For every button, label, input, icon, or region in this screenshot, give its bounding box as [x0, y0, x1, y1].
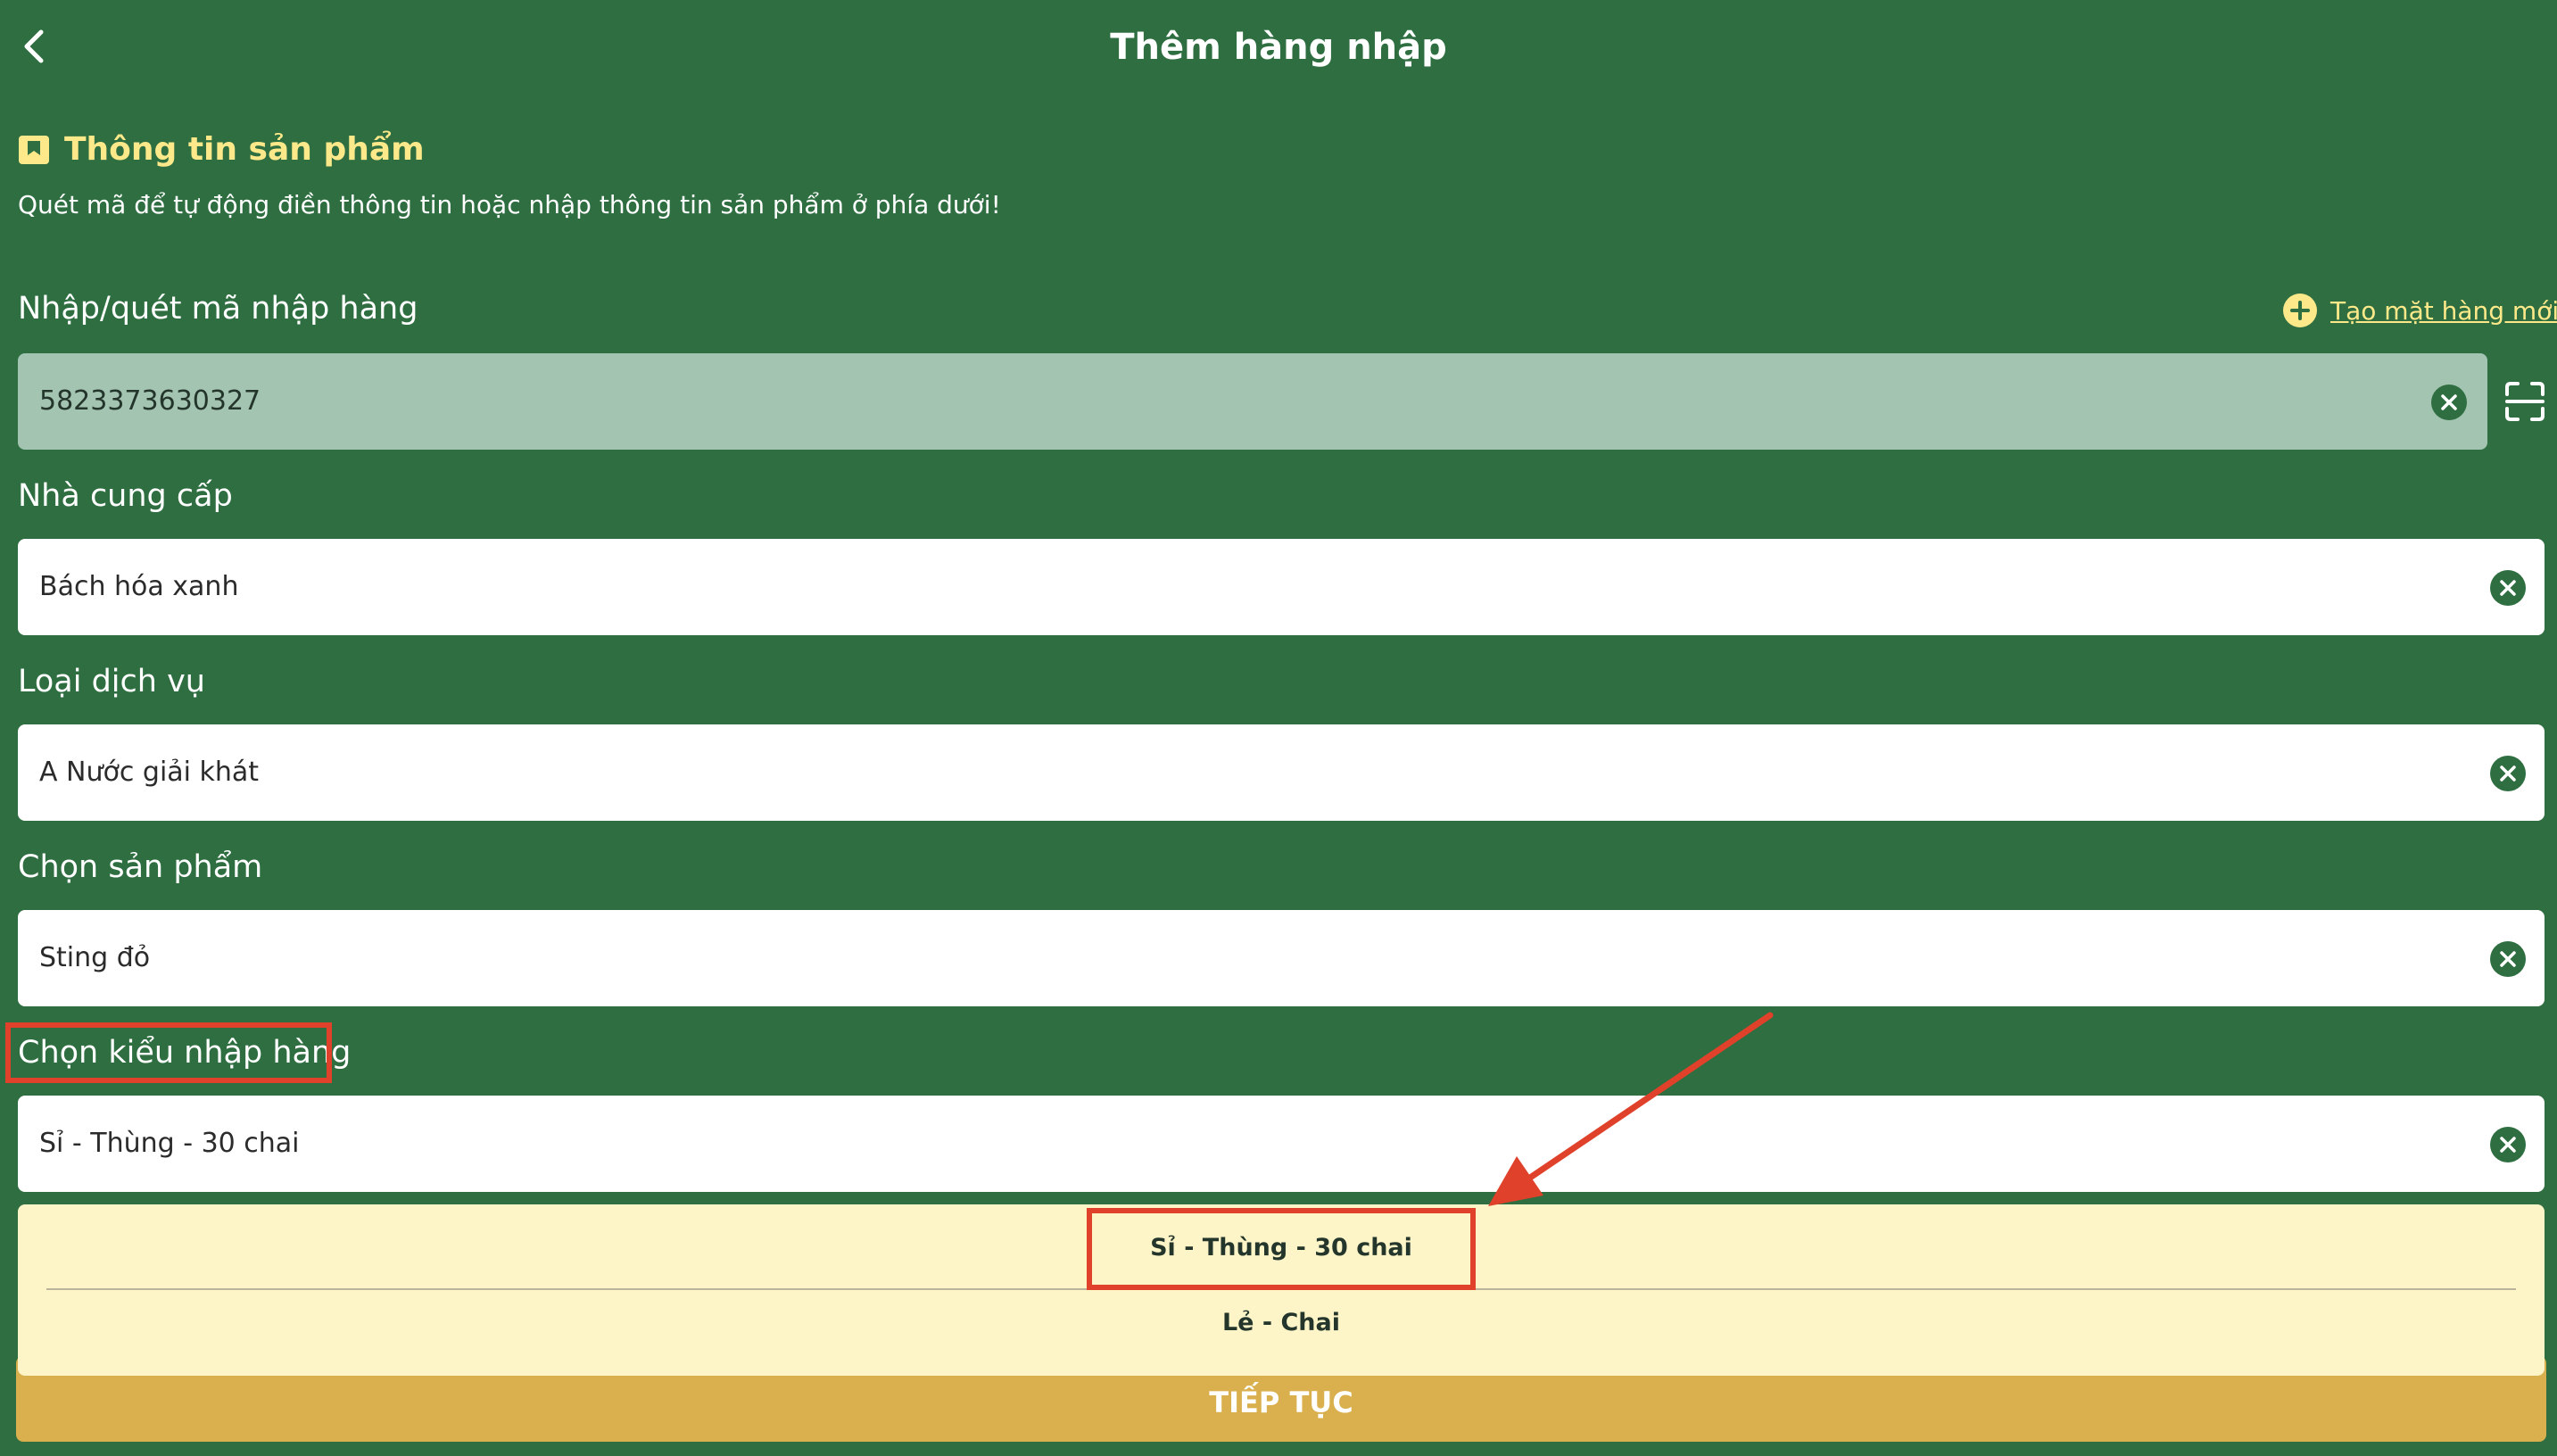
clear-icon[interactable]: [2489, 940, 2527, 978]
service-type-label: Loại dịch vụ: [18, 664, 205, 699]
section-description: Quét mã để tự động điền thông tin hoặc n…: [18, 190, 1001, 219]
section-title: Thông tin sản phẩm: [64, 131, 425, 168]
clear-icon[interactable]: [2489, 755, 2527, 792]
clear-icon[interactable]: [2489, 1126, 2527, 1163]
service-type-value: A Nước giải khát: [39, 757, 260, 788]
highlight-box-label: [5, 1022, 332, 1083]
dropdown-option[interactable]: Lẻ - Chai: [18, 1285, 2545, 1361]
create-new-item-label: Tạo mặt hàng mới: [2330, 295, 2557, 326]
clear-icon[interactable]: [2430, 384, 2468, 421]
scan-barcode-icon[interactable]: [2503, 380, 2546, 423]
bookmark-icon: [19, 136, 49, 164]
supplier-value: Bách hóa xanh: [39, 571, 239, 602]
code-input[interactable]: 5823373630327: [18, 353, 2487, 450]
supplier-field[interactable]: Bách hóa xanh: [18, 539, 2545, 635]
import-type-field[interactable]: Sỉ - Thùng - 30 chai: [18, 1096, 2545, 1192]
page-title: Thêm hàng nhập: [1110, 27, 1447, 68]
plus-circle-icon: [2283, 294, 2317, 327]
product-label: Chọn sản phẩm: [18, 849, 263, 885]
service-type-field[interactable]: A Nước giải khát: [18, 724, 2545, 821]
supplier-label: Nhà cung cấp: [18, 478, 233, 514]
product-field[interactable]: Sting đỏ: [18, 910, 2545, 1006]
import-type-value: Sỉ - Thùng - 30 chai: [39, 1128, 300, 1159]
highlight-box-option: [1087, 1208, 1476, 1290]
product-value: Sting đỏ: [39, 942, 151, 973]
code-label: Nhập/quét mã nhập hàng: [18, 291, 418, 327]
create-new-item-link[interactable]: Tạo mặt hàng mới: [2282, 289, 2557, 332]
clear-icon[interactable]: [2489, 569, 2527, 607]
code-input-value: 5823373630327: [39, 385, 261, 417]
